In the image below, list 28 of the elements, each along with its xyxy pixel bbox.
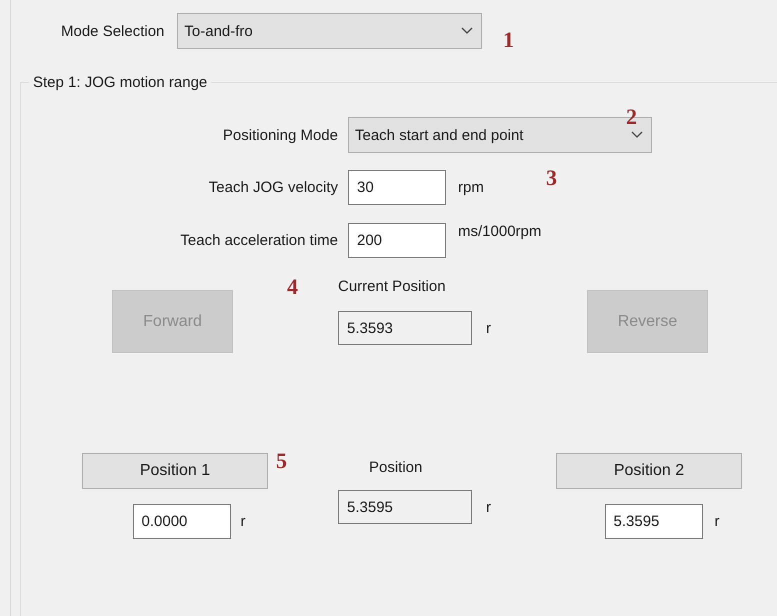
input-field[interactable]: 200 <box>348 223 446 258</box>
input-field[interactable]: 5.3595 <box>604 504 702 539</box>
dropdown[interactable]: To-and-fro <box>177 13 482 49</box>
unit-label: r <box>486 498 491 516</box>
field-label: Teach acceleration time <box>179 232 338 249</box>
unit-label: r <box>240 513 246 530</box>
position-button[interactable]: Position 1 <box>82 453 268 489</box>
field-label: Position <box>369 459 422 476</box>
field-label: Mode Selection <box>61 22 164 40</box>
chevron-down-icon <box>631 131 643 139</box>
position-button[interactable]: Position 2 <box>556 453 742 489</box>
unit-label: ms/1000rpm <box>458 223 542 240</box>
field-label: Positioning Mode <box>222 126 338 144</box>
unit-label: r <box>486 320 491 336</box>
field-label: Teach JOG velocity <box>208 179 338 196</box>
chevron-down-icon <box>461 27 474 35</box>
input-field[interactable]: 30 <box>348 170 446 205</box>
group-title: Step 1: JOG motion range <box>32 74 208 91</box>
field-label: Current Position <box>338 278 446 295</box>
unit-label: r <box>714 513 720 530</box>
input-field[interactable]: 0.0000 <box>132 504 230 539</box>
readout-field: 5.3593 <box>338 311 472 345</box>
readout-field: 5.3595 <box>338 490 472 524</box>
callout-number: 3 <box>546 165 557 191</box>
callout-number: 5 <box>276 448 287 474</box>
unit-label: rpm <box>458 179 484 196</box>
callout-number: 1 <box>503 27 514 53</box>
callout-number: 4 <box>287 274 298 300</box>
